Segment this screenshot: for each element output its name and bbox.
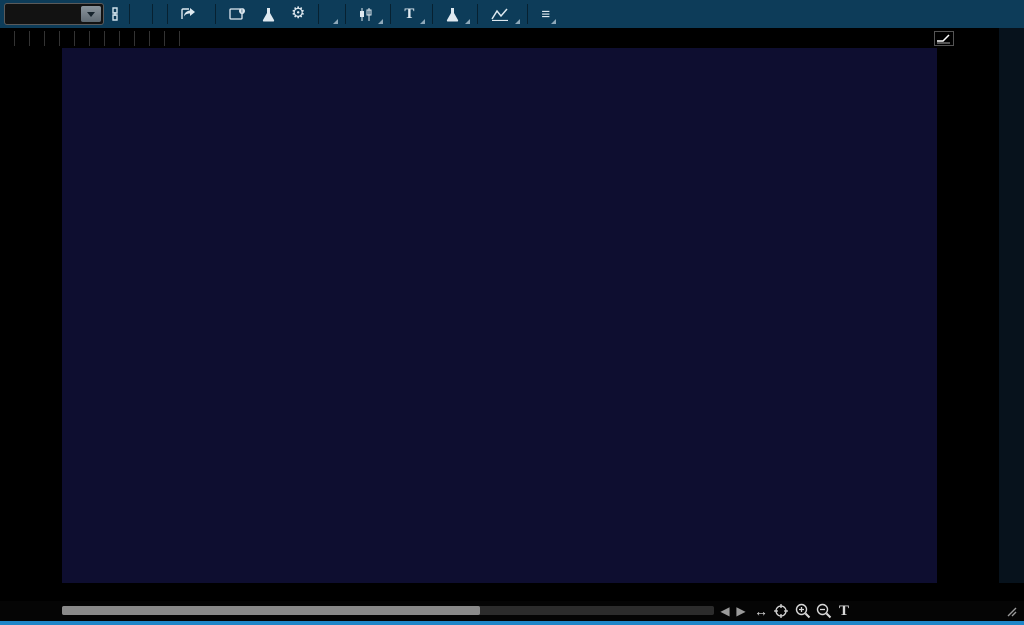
menu-button[interactable]: ≡	[535, 2, 557, 26]
dropdown-fold-icon	[551, 19, 557, 24]
chart-title	[0, 30, 15, 46]
left-price-axis[interactable]	[0, 48, 62, 583]
right-sidebar	[999, 28, 1024, 601]
divider	[390, 4, 392, 24]
right-price-axis[interactable]	[937, 48, 999, 583]
resize-handle[interactable]	[1004, 603, 1018, 619]
dropdown-fold-icon	[420, 19, 426, 24]
drawings-button[interactable]: T	[398, 2, 426, 26]
divider	[152, 4, 153, 24]
analyze-button[interactable]	[256, 2, 281, 26]
text-tool-icon[interactable]: T	[836, 603, 852, 619]
zoom-out-icon[interactable]	[814, 603, 834, 619]
ohlc-low	[60, 30, 75, 46]
divider	[167, 4, 168, 24]
divider	[345, 4, 347, 24]
settings-button[interactable]: ⚙	[285, 2, 311, 26]
divider	[318, 4, 320, 24]
style-button[interactable]	[353, 2, 384, 26]
ohlc-date	[15, 30, 30, 46]
link-instrument-icon[interactable]	[108, 6, 122, 22]
dropdown-fold-icon	[465, 19, 471, 24]
symbol-selector[interactable]	[4, 3, 104, 25]
pan-icon[interactable]: ↔	[752, 603, 770, 619]
ohlc-high	[45, 30, 60, 46]
chart-area[interactable]	[62, 48, 937, 583]
study-label[interactable]	[105, 30, 120, 46]
bottom-bar: ◀ ▶ ↔ T	[0, 601, 1024, 621]
crosshair-icon[interactable]	[772, 603, 790, 619]
chart-scrollbar[interactable]	[62, 606, 714, 615]
dropdown-fold-icon	[333, 19, 339, 24]
ohlc-range	[90, 30, 105, 46]
ohlc-open	[30, 30, 45, 46]
scrollbar-thumb[interactable]	[62, 606, 480, 615]
menu-icon: ≡	[541, 5, 551, 23]
study-more[interactable]	[165, 30, 180, 46]
divider	[215, 4, 216, 24]
alerts-window-icon: i	[229, 8, 245, 20]
text-tool-icon: T	[404, 5, 415, 22]
symbol-dropdown-button[interactable]	[81, 6, 101, 22]
share-icon	[181, 8, 195, 19]
studies-flask-icon	[447, 7, 459, 22]
time-axis[interactable]	[0, 583, 1024, 601]
studies-button[interactable]	[440, 2, 471, 26]
scroll-right-button[interactable]: ▶	[734, 603, 748, 619]
study-value	[120, 30, 135, 46]
share-button[interactable]	[175, 2, 208, 26]
gear-icon: ⚙	[291, 5, 306, 22]
line-style-icon[interactable]	[934, 30, 954, 46]
chevron-down-icon	[87, 11, 95, 17]
ohlc-close	[75, 30, 90, 46]
alerts-window-button[interactable]: i	[223, 2, 252, 26]
flask-icon	[262, 7, 275, 22]
patterns-button[interactable]	[485, 2, 521, 26]
chart-ohlc-header	[0, 28, 1024, 48]
zoom-in-icon[interactable]	[793, 603, 813, 619]
candlestick-icon	[360, 7, 372, 21]
timeframe-button[interactable]	[326, 2, 339, 26]
dropdown-fold-icon	[515, 19, 521, 24]
thinkorswim-window: i ⚙ T ≡ ◀ ▶ ↔ T	[0, 0, 1024, 625]
dropdown-fold-icon	[378, 19, 384, 24]
divider	[432, 4, 434, 24]
signal-flag-b	[150, 30, 165, 46]
divider	[527, 4, 529, 24]
signal-flag-a	[135, 30, 150, 46]
divider	[477, 4, 479, 24]
window-edge	[0, 621, 1024, 625]
divider	[129, 4, 130, 24]
main-toolbar: i ⚙ T ≡	[0, 0, 1024, 28]
patterns-icon	[491, 8, 509, 21]
scroll-left-button[interactable]: ◀	[718, 603, 732, 619]
